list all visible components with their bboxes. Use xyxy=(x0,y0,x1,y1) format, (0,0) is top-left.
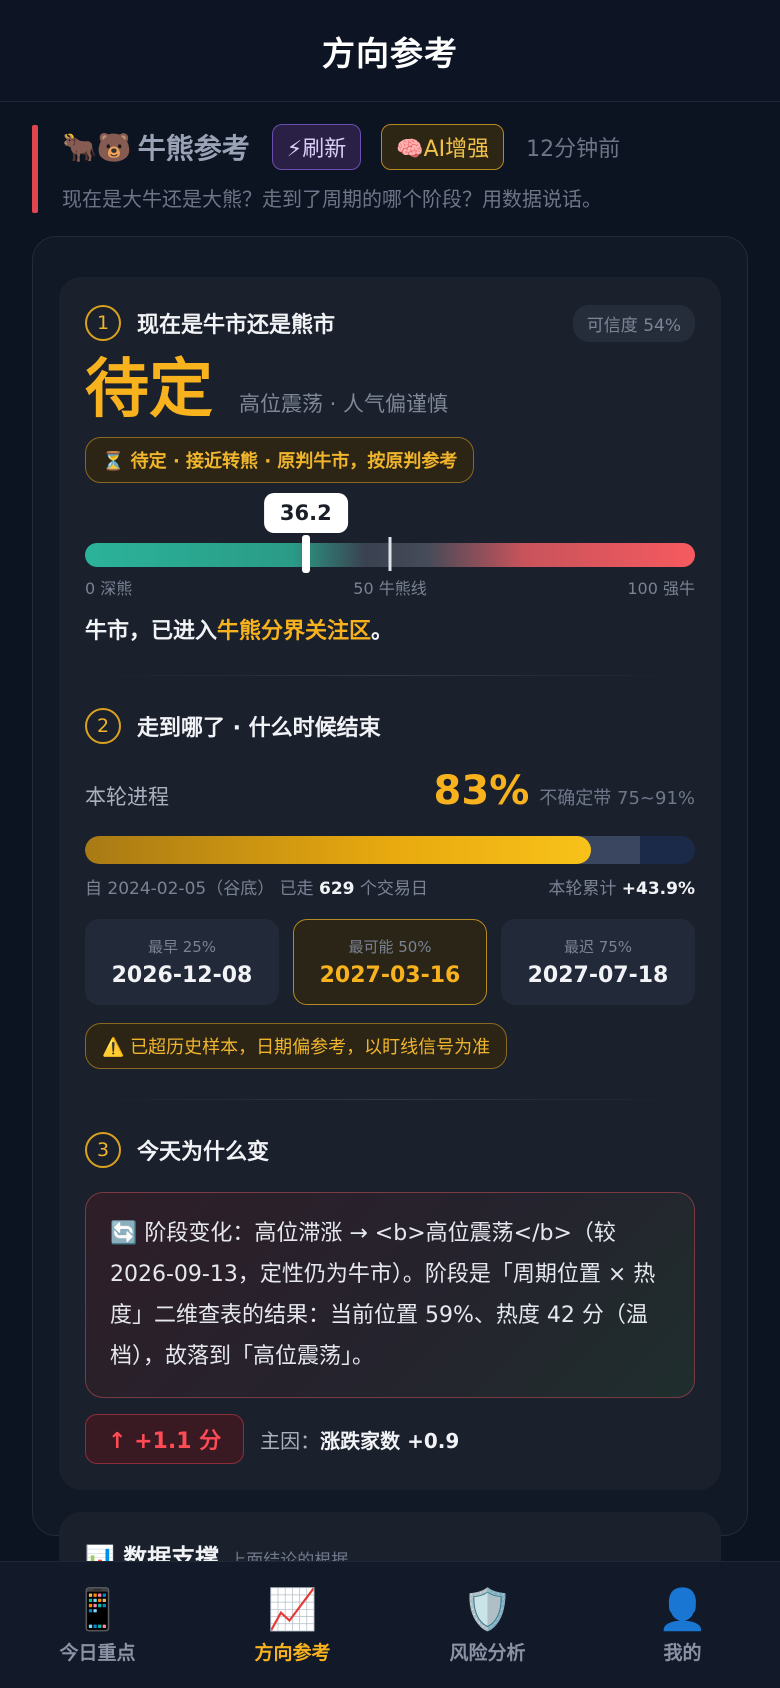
date-box-earliest[interactable]: 最早 25% 2026-12-08 xyxy=(85,919,279,1005)
conclusion-prefix: 牛市，已进入 xyxy=(85,619,218,644)
cycle-gain-label: 本轮累计 xyxy=(548,879,622,899)
analysis-card: 1 现在是牛市还是熊市 可信度 54% 待定 高位震荡 · 人气偏谨慎 ⏳ 待定… xyxy=(59,277,721,1490)
tab-risk[interactable]: 🛡️ 风险分析 xyxy=(390,1562,585,1688)
scroll-content[interactable]: 🐂🐻 牛熊参考 ⚡刷新 🧠AI增强 12分钟前 现在是大牛还是大熊？走到了周期的… xyxy=(0,103,780,1561)
step-number: 3 xyxy=(85,1132,121,1168)
q3-header: 3 今天为什么变 xyxy=(85,1130,695,1170)
gauge-mid-label: 50 牛熊线 xyxy=(353,579,427,598)
q1-header: 1 现在是牛市还是熊市 可信度 54% xyxy=(85,303,695,343)
main-cause-label: 主因： xyxy=(260,1428,321,1453)
cycle-start: 自 2024-02-05（谷底） 已走 629 个交易日 xyxy=(85,874,428,899)
date-value: 2027-07-18 xyxy=(527,963,669,988)
user-icon: 👤 xyxy=(657,1586,708,1633)
delta-row: ↑ +1.1 分 主因：涨跌家数 +0.9 xyxy=(85,1414,695,1464)
date-caption: 最可能 50% xyxy=(348,938,432,956)
progress-fill xyxy=(85,836,592,864)
cycle-progress-bar xyxy=(85,836,695,864)
uncertainty-band-label: 不确定带 75~91% xyxy=(539,788,695,809)
chart-icon: 📊 xyxy=(85,1544,115,1561)
accent-bar xyxy=(32,125,38,213)
ai-enhance-button[interactable]: 🧠AI增强 xyxy=(381,124,505,170)
main-cause: 主因：涨跌家数 +0.9 xyxy=(260,1425,459,1454)
phone-icon: 📱 xyxy=(72,1586,123,1633)
progress-meta: 自 2024-02-05（谷底） 已走 629 个交易日 本轮累计 +43.9% xyxy=(85,874,695,899)
divider xyxy=(85,1099,695,1100)
refresh-button[interactable]: ⚡刷新 xyxy=(271,124,362,170)
outer-card: 1 现在是牛市还是熊市 可信度 54% 待定 高位震荡 · 人气偏谨慎 ⏳ 待定… xyxy=(32,236,748,1561)
tab-label: 我的 xyxy=(663,1641,702,1664)
trading-days-suffix: 个交易日 xyxy=(354,879,428,899)
gauge-min-label: 0 深熊 xyxy=(85,579,133,598)
nav-bar: 方向参考 xyxy=(0,0,780,102)
date-box-likely[interactable]: 最可能 50% 2027-03-16 xyxy=(293,919,487,1005)
q2-header: 2 走到哪了 · 什么时候结束 xyxy=(85,706,695,746)
tab-today[interactable]: 📱 今日重点 xyxy=(0,1562,195,1688)
tab-label: 今日重点 xyxy=(59,1641,136,1664)
date-value: 2027-03-16 xyxy=(319,963,461,988)
cycle-gain: 本轮累计 +43.9% xyxy=(548,874,695,899)
progress-label: 本轮进程 xyxy=(85,785,169,809)
gauge-max-label: 100 强牛 xyxy=(627,579,695,598)
q2-title: 走到哪了 · 什么时候结束 xyxy=(137,716,381,741)
q1-title: 现在是牛市还是熊市 xyxy=(137,313,336,338)
progress-row: 本轮进程 83% 不确定带 75~91% xyxy=(85,768,695,824)
gauge-needle xyxy=(301,535,310,573)
shield-icon: 🛡️ xyxy=(462,1586,513,1633)
data-support-subtitle: 上面结论的根据 xyxy=(229,1551,349,1561)
date-caption: 最早 25% xyxy=(147,938,217,956)
divider xyxy=(85,675,695,676)
updated-time: 12分钟前 xyxy=(526,137,621,162)
section-header: 🐂🐻 牛熊参考 ⚡刷新 🧠AI增强 12分钟前 现在是大牛还是大熊？走到了周期的… xyxy=(32,123,748,213)
verdict-row: 待定 高位震荡 · 人气偏谨慎 xyxy=(85,355,695,425)
trend-chart-icon: 📈 xyxy=(267,1586,318,1633)
gauge-midline xyxy=(388,537,392,571)
sample-warning: ⚠️ 已超历史样本，日期偏参考，以盯线信号为准 xyxy=(85,1023,508,1069)
page-title: 方向参考 xyxy=(322,33,458,73)
date-value: 2026-12-08 xyxy=(111,963,253,988)
tab-label: 风险分析 xyxy=(449,1641,526,1664)
date-box-latest[interactable]: 最迟 75% 2027-07-18 xyxy=(501,919,695,1005)
step-number: 1 xyxy=(85,305,121,341)
step-number: 2 xyxy=(85,708,121,744)
end-date-estimates: 最早 25% 2026-12-08 最可能 50% 2027-03-16 最迟 … xyxy=(85,919,695,1005)
verdict-conclusion: 牛市，已进入牛熊分界关注区。 xyxy=(85,613,695,645)
section-title: 牛熊参考 xyxy=(137,132,250,165)
verdict-value: 待定 xyxy=(85,353,213,427)
bull-bear-gauge: 36.2 0 深熊 50 牛熊线 100 强牛 xyxy=(85,493,695,598)
section-subtitle: 现在是大牛还是大熊？走到了周期的哪个阶段？用数据说话。 xyxy=(62,187,602,211)
tab-label: 方向参考 xyxy=(254,1641,331,1664)
q3-title: 今天为什么变 xyxy=(137,1140,270,1165)
tab-direction[interactable]: 📈 方向参考 xyxy=(195,1562,390,1688)
conclusion-suffix: 。 xyxy=(371,619,394,644)
progress-percent: 83% xyxy=(433,768,530,814)
change-reason: 🔄 阶段变化：高位滞涨 → <b>高位震荡</b>（较 2026-09-13，定… xyxy=(85,1192,695,1398)
tab-me[interactable]: 👤 我的 xyxy=(585,1562,780,1688)
gauge-value-bubble: 36.2 xyxy=(263,493,348,533)
verdict-subtitle: 高位震荡 · 人气偏谨慎 xyxy=(239,392,449,416)
date-caption: 最迟 75% xyxy=(563,938,633,956)
data-support-title-text: 数据支撑 xyxy=(123,1544,220,1561)
trading-days: 629 xyxy=(319,879,355,899)
data-support-title: 📊 数据支撑 xyxy=(85,1544,219,1561)
score-delta-badge: ↑ +1.1 分 xyxy=(85,1414,245,1464)
cycle-start-text: 自 2024-02-05（谷底） 已走 xyxy=(85,879,320,899)
data-support-card: 📊 数据支撑 上面结论的根据 xyxy=(59,1512,721,1561)
cycle-gain-value: +43.9% xyxy=(621,879,695,899)
bull-bear-icon: 🐂🐻 xyxy=(62,130,132,164)
status-warning: ⏳ 待定 · 接近转熊 · 原判牛市，按原判参考 xyxy=(85,437,475,483)
confidence-badge: 可信度 54% xyxy=(572,304,695,342)
bottom-tab-bar: 📱 今日重点 📈 方向参考 🛡️ 风险分析 👤 我的 xyxy=(0,1561,780,1688)
conclusion-highlight: 牛熊分界关注区 xyxy=(217,619,372,644)
main-cause-value: 涨跌家数 +0.9 xyxy=(320,1428,460,1453)
